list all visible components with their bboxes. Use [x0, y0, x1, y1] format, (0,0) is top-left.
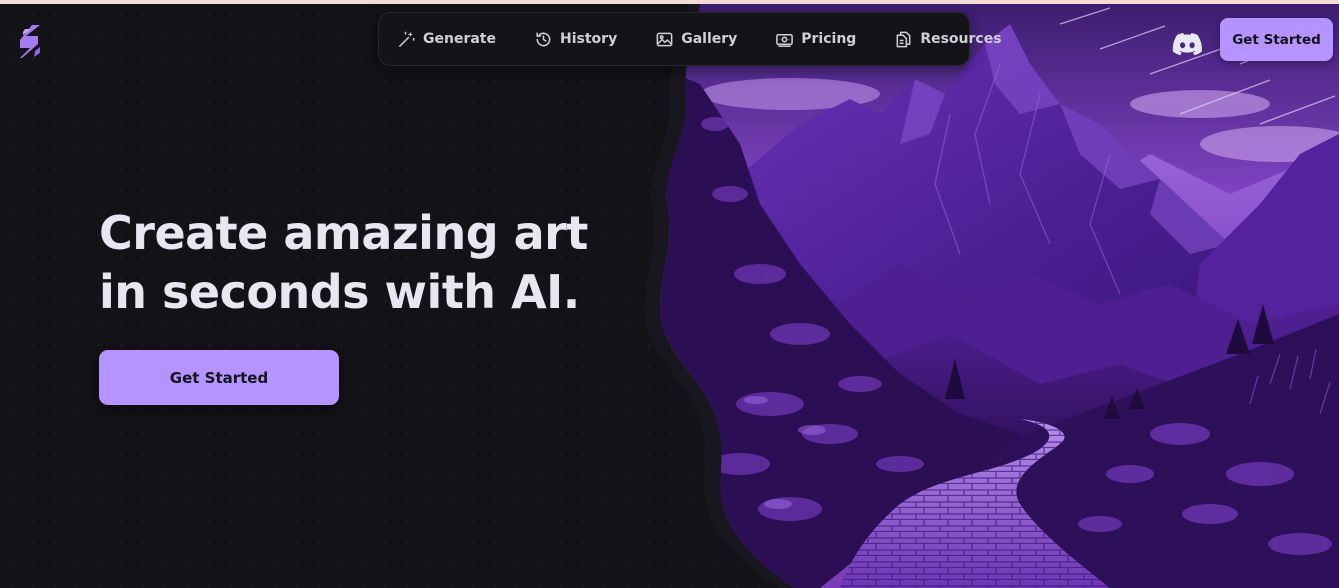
landing-page: Generate History Gallery Pricing Resourc…: [0, 4, 1339, 588]
nav-item-resources[interactable]: Resources: [894, 30, 1002, 49]
main-nav: Generate History Gallery Pricing Resourc…: [378, 12, 1002, 66]
s-logo-icon[interactable]: [16, 22, 44, 62]
nav-label-pricing: Pricing: [801, 31, 857, 47]
nav-item-pricing[interactable]: Pricing: [775, 30, 856, 49]
hero-get-started-button[interactable]: Get Started: [99, 350, 339, 405]
documents-icon: [896, 31, 911, 47]
discord-icon[interactable]: [1172, 30, 1202, 56]
nav-label-generate: Generate: [423, 31, 496, 47]
magic-wand-icon: [399, 31, 415, 47]
image-icon: [656, 32, 673, 46]
banknote-icon: [776, 33, 794, 47]
nav-item-generate[interactable]: Generate: [397, 30, 496, 49]
nav-item-gallery[interactable]: Gallery: [655, 30, 737, 49]
nav-label-resources: Resources: [920, 31, 1002, 47]
history-clock-icon: [536, 32, 551, 46]
nav-item-history[interactable]: History: [534, 30, 617, 49]
nav-label-gallery: Gallery: [681, 31, 738, 47]
hero-headline: Create amazing art in seconds with AI.: [99, 206, 588, 319]
nav-label-history: History: [560, 31, 618, 47]
header-get-started-button[interactable]: Get Started: [1220, 18, 1333, 61]
